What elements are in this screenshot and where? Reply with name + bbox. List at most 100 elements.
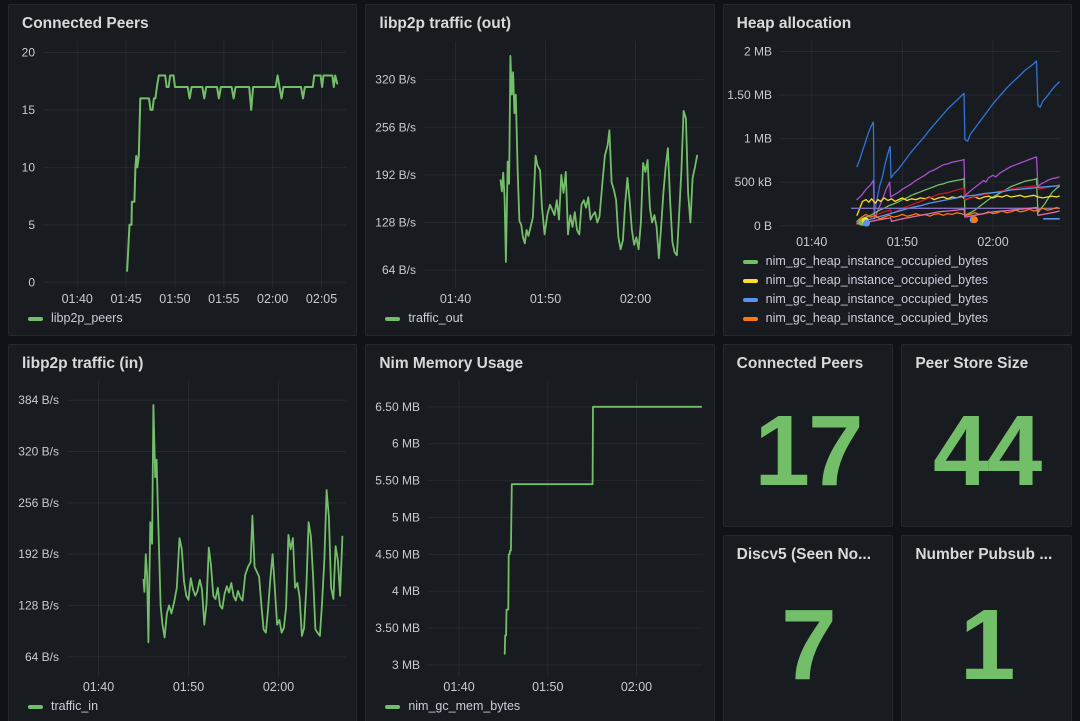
y-axis-tick-label: 20: [22, 46, 36, 60]
legend-series-swatch: [743, 260, 758, 264]
chart-legend: traffic_in: [9, 696, 356, 721]
x-axis-tick-label: 02:00: [621, 680, 652, 694]
panel-number-pubsub-topics-stat: Number Pubsub ... 1: [901, 535, 1072, 721]
x-axis-tick-label: 01:50: [159, 292, 190, 306]
panel-libp2p-traffic-in: libp2p traffic (in) 64 B/s 128 B/s 192 B/s…: [8, 344, 357, 721]
x-axis-tick-label: 02:00: [257, 292, 288, 306]
legend-item[interactable]: traffic_out: [385, 311, 705, 326]
series-point-heap-dots-orange: [971, 217, 978, 224]
legend-item[interactable]: nim_gc_heap_instance_occupied_bytes: [743, 292, 1063, 307]
y-axis-tick-label: 1.50 MB: [727, 88, 772, 102]
legend-series-swatch: [743, 279, 758, 283]
y-axis-tick-label: 320 B/s: [18, 445, 59, 459]
x-axis-tick-label: 01:50: [886, 235, 917, 249]
panel-title[interactable]: libp2p traffic (out): [366, 5, 713, 35]
y-axis-tick-label: 64 B/s: [382, 264, 416, 278]
chart-legend: nim_gc_mem_bytes: [366, 696, 713, 721]
legend-series-swatch: [28, 317, 43, 321]
legend-item[interactable]: nim_gc_heap_instance_occupied_bytes: [743, 311, 1063, 326]
y-axis-tick-label: 6 MB: [392, 437, 420, 451]
legend-series-label: traffic_out: [408, 311, 463, 326]
panel-title[interactable]: Peer Store Size: [902, 345, 1071, 375]
stat-value: 7: [724, 566, 893, 721]
panel-discv5-seen-nodes-stat: Discv5 (Seen No... 7: [723, 535, 894, 721]
x-axis-tick-label: 02:00: [263, 680, 294, 694]
legend-series-label: nim_gc_heap_instance_occupied_bytes: [766, 311, 988, 326]
y-axis-tick-label: 192 B/s: [376, 168, 417, 182]
y-axis-tick-label: 256 B/s: [376, 121, 417, 135]
x-axis-tick-label: 02:00: [977, 235, 1008, 249]
series-point-heap-dots-blue: [863, 220, 870, 227]
legend-item[interactable]: traffic_in: [28, 699, 348, 714]
chart-canvas[interactable]: 0 B500 kB1 MB1.50 MB2 MB01:4001:5002:00: [724, 35, 1071, 251]
legend-item[interactable]: nim_gc_mem_bytes: [385, 699, 705, 714]
legend-item[interactable]: nim_gc_heap_instance_occupied_bytes: [743, 254, 1063, 269]
panel-title[interactable]: libp2p traffic (in): [9, 345, 356, 375]
chart-svg: 64 B/s 128 B/s 192 B/s 256 B/s 320 B/s 384 B/…: [9, 375, 356, 696]
chart-svg: 64 B/s128 B/s192 B/s256 B/s320 B/s01:400…: [366, 35, 713, 308]
y-axis-tick-label: 5: [28, 218, 35, 232]
y-axis-tick-label: 5.50 MB: [376, 474, 421, 488]
y-axis-tick-label: 500 kB: [734, 176, 771, 190]
y-axis-tick-label: 2 MB: [744, 45, 772, 59]
x-axis-tick-label: 01:40: [62, 292, 93, 306]
x-axis-tick-label: 02:00: [620, 292, 651, 306]
y-axis-tick-label: 0 B: [754, 219, 772, 233]
chart-svg: 0 B500 kB1 MB1.50 MB2 MB01:4001:5002:00: [724, 35, 1071, 251]
y-axis-tick-label: 128 B/s: [376, 216, 417, 230]
x-axis-tick-label: 01:45: [110, 292, 141, 306]
stat-value: 44: [902, 375, 1071, 526]
chart-canvas[interactable]: 64 B/s128 B/s192 B/s256 B/s320 B/s01:400…: [366, 35, 713, 308]
y-axis-tick-label: 256 B/s: [18, 496, 59, 510]
x-axis-tick-label: 01:40: [444, 680, 475, 694]
y-axis-tick-label: 0: [28, 276, 35, 290]
legend-series-swatch: [385, 705, 400, 709]
panel-title[interactable]: Nim Memory Usage: [366, 345, 713, 375]
y-axis-tick-label: 384 B/s: [18, 394, 59, 408]
stat-value: 17: [724, 375, 893, 526]
x-axis-tick-label: 01:55: [208, 292, 239, 306]
legend-series-label: nim_gc_heap_instance_occupied_bytes: [766, 254, 988, 269]
y-axis-tick-label: 4 MB: [392, 585, 420, 599]
legend-series-label: nim_gc_heap_instance_occupied_bytes: [766, 292, 988, 307]
chart-legend: traffic_out: [366, 308, 713, 335]
stat-value: 1: [902, 566, 1071, 721]
legend-series-label: nim_gc_mem_bytes: [408, 699, 520, 714]
y-axis-tick-label: 192 B/s: [18, 548, 59, 562]
legend-series-swatch: [28, 705, 43, 709]
panel-title[interactable]: Discv5 (Seen No...: [724, 536, 893, 566]
chart-canvas[interactable]: 0510152001:4001:4501:5001:5502:0002:05: [9, 35, 356, 308]
y-axis-tick-label: 128 B/s: [18, 599, 59, 613]
y-axis-tick-label: 320 B/s: [376, 73, 417, 87]
y-axis-tick-label: 3 MB: [392, 658, 420, 672]
chart-canvas[interactable]: 3 MB 3.50 MB 4 MB 4.50 MB 5 MB 5.50 MB 6 MB 6.5…: [366, 375, 713, 696]
x-axis-tick-label: 01:40: [796, 235, 827, 249]
panel-peer-store-size-stat: Peer Store Size 44: [901, 344, 1072, 527]
y-axis-tick-label: 6.50 MB: [376, 400, 421, 414]
x-axis-tick-label: 01:50: [532, 680, 563, 694]
x-axis-tick-label: 01:50: [530, 292, 561, 306]
x-axis-tick-label: 01:50: [173, 680, 204, 694]
y-axis-tick-label: 64 B/s: [25, 650, 59, 664]
panel-connected-peers-stat: Connected Peers 17: [723, 344, 894, 527]
chart-legend: nim_gc_heap_instance_occupied_bytes nim_g…: [724, 251, 1071, 335]
y-axis-tick-label: 5 MB: [392, 511, 420, 525]
legend-series-swatch: [743, 317, 758, 321]
legend-item[interactable]: libp2p_peers: [28, 311, 348, 326]
x-axis-tick-label: 02:05: [306, 292, 337, 306]
panel-libp2p-traffic-out: libp2p traffic (out) 64 B/s 128 B/s 192 B/…: [365, 4, 714, 336]
panel-title[interactable]: Number Pubsub ...: [902, 536, 1071, 566]
series-line-heap-light-blue: [857, 186, 1059, 224]
panel-heap-allocation: Heap allocation 0 B500 kB1 MB1.50 MB2 MB…: [723, 4, 1072, 336]
legend-series-label: traffic_in: [51, 699, 98, 714]
series-line-traffic_in: [144, 405, 343, 642]
y-axis-tick-label: 4.50 MB: [376, 548, 421, 562]
chart-legend: libp2p_peers: [9, 308, 356, 335]
legend-item[interactable]: nim_gc_heap_instance_occupied_bytes: [743, 273, 1063, 288]
panel-title[interactable]: Connected Peers: [724, 345, 893, 375]
chart-canvas[interactable]: 64 B/s 128 B/s 192 B/s 256 B/s 320 B/s 384 B/…: [9, 375, 356, 696]
y-axis-tick-label: 3.50 MB: [376, 621, 421, 635]
legend-series-label: libp2p_peers: [51, 311, 123, 326]
panel-title[interactable]: Heap allocation: [724, 5, 1071, 35]
panel-title[interactable]: Connected Peers: [9, 5, 356, 35]
